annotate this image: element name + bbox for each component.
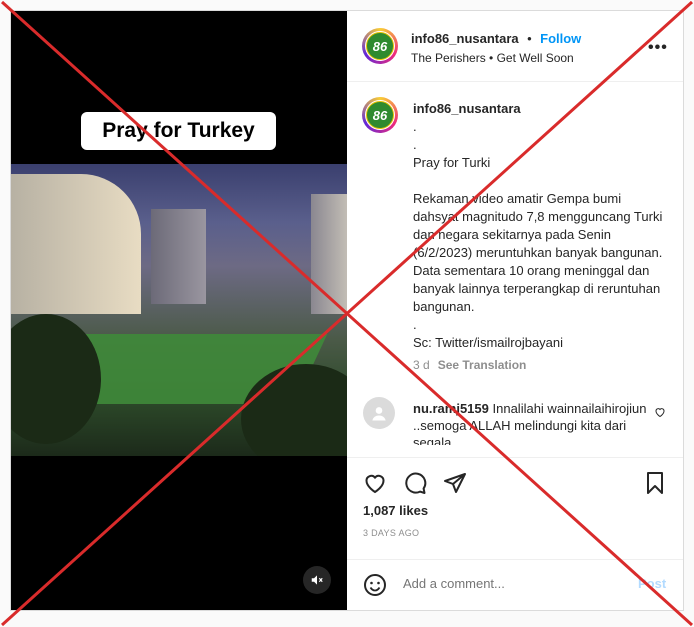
bookmark-icon	[647, 472, 663, 494]
header-username[interactable]: info86_nusantara	[411, 31, 519, 46]
building	[11, 174, 141, 314]
post-comment-button[interactable]: Post	[638, 576, 666, 591]
comment-username[interactable]: nu.ramj5159	[413, 401, 489, 416]
follow-button[interactable]: Follow	[540, 31, 581, 46]
comment-input[interactable]	[403, 576, 603, 591]
post-date: 3 DAYS AGO	[363, 528, 420, 538]
add-comment-bar: Post	[347, 559, 683, 611]
comment-avatar[interactable]	[363, 397, 395, 429]
comment-item: nu.ramj5159 Innalilahi wainnailaihirojiu…	[413, 400, 658, 445]
caption-text	[413, 101, 663, 119]
heart-icon	[365, 474, 385, 494]
building	[151, 209, 206, 304]
avatar[interactable]: 86	[362, 28, 398, 64]
post-header: 86 info86_nusantara • Follow The Perishe…	[347, 11, 683, 82]
more-options-icon[interactable]: •••	[648, 39, 668, 57]
caption-body: . . Pray for Turki Rekaman video amatir …	[413, 119, 663, 350]
post-actions	[347, 457, 683, 504]
post-side-panel: 86 info86_nusantara • Follow The Perishe…	[347, 11, 683, 610]
see-translation-link[interactable]: See Translation	[438, 358, 527, 372]
comment-like-button[interactable]	[654, 405, 666, 423]
video-frame	[11, 164, 347, 456]
share-button[interactable]	[443, 471, 467, 500]
share-icon	[444, 473, 466, 493]
post-video[interactable]: Pray for Turkey	[11, 11, 347, 610]
building	[311, 194, 347, 314]
comment-button[interactable]	[403, 471, 427, 500]
caption-avatar[interactable]: 86	[362, 97, 398, 133]
avatar-logo: 86	[366, 101, 394, 129]
like-button[interactable]	[363, 471, 387, 500]
caption-time: 3 d	[413, 358, 430, 372]
likes-count[interactable]: 1,087 likes	[363, 503, 428, 518]
avatar-logo: 86	[366, 32, 394, 60]
video-overlay-title: Pray for Turkey	[81, 112, 276, 150]
caption-meta: 3 d See Translation	[413, 358, 526, 372]
user-placeholder-icon	[372, 407, 386, 421]
save-button[interactable]	[643, 471, 667, 500]
audio-label[interactable]: The Perishers • Get Well Soon	[411, 51, 574, 65]
emoji-icon	[364, 574, 386, 596]
mute-button[interactable]	[303, 566, 331, 594]
heart-icon	[655, 408, 665, 418]
separator-dot: •	[527, 31, 532, 46]
speaker-muted-icon	[311, 575, 323, 585]
emoji-button[interactable]	[363, 573, 387, 602]
instagram-post: Pray for Turkey 86 info86_nusantara • Fo…	[10, 10, 684, 611]
comment-icon	[405, 472, 427, 494]
